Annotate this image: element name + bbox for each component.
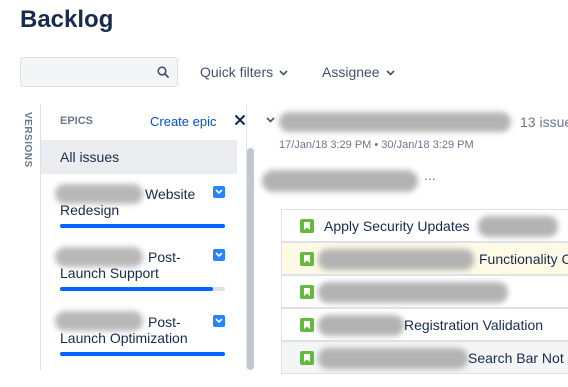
collapse-sprint-icon[interactable] bbox=[266, 117, 275, 123]
versions-tab-label: VERSIONS bbox=[22, 112, 33, 168]
sprint-goal-more[interactable]: ... bbox=[424, 167, 436, 183]
redacted-text bbox=[55, 311, 143, 331]
epic-item[interactable]: Post- Launch Optimization bbox=[41, 307, 237, 387]
issue-summary: Registration Validation bbox=[404, 317, 544, 333]
epics-scrollbar[interactable] bbox=[247, 138, 254, 370]
story-icon bbox=[300, 351, 314, 365]
redacted-sprint-name bbox=[279, 112, 511, 132]
story-icon bbox=[300, 219, 314, 233]
search-input[interactable] bbox=[20, 57, 178, 87]
issue-row[interactable] bbox=[281, 275, 568, 308]
story-icon bbox=[300, 252, 314, 266]
scrollbar-thumb[interactable] bbox=[247, 148, 254, 370]
epic-name-line2: Launch Optimization bbox=[60, 330, 188, 346]
issue-row[interactable]: Functionality C bbox=[281, 242, 568, 275]
epic-progress-bar bbox=[60, 352, 225, 356]
chevron-down-icon bbox=[215, 252, 223, 258]
assignee-label: Assignee bbox=[322, 64, 380, 80]
epic-name-line1: Website bbox=[145, 186, 196, 202]
epic-name-line1: Post- bbox=[148, 314, 181, 330]
quick-filters-label: Quick filters bbox=[200, 64, 274, 80]
story-icon bbox=[300, 285, 314, 299]
redacted-text bbox=[318, 348, 468, 369]
versions-tab[interactable]: VERSIONS bbox=[22, 112, 36, 182]
epic-progress-bar bbox=[60, 287, 225, 291]
story-icon bbox=[300, 318, 314, 332]
issue-row[interactable]: Search Bar Not bbox=[281, 341, 568, 374]
redacted-sprint-goal bbox=[262, 170, 418, 192]
redacted-text bbox=[55, 247, 143, 267]
issue-row[interactable]: Apply Security Updates bbox=[281, 209, 568, 242]
issue-row[interactable]: Registration Validation bbox=[281, 308, 568, 341]
issue-summary: Search Bar Not bbox=[468, 350, 564, 366]
issue-summary: Functionality C bbox=[479, 251, 568, 267]
redacted-text bbox=[55, 184, 143, 204]
epic-name-line2: Redesign bbox=[60, 202, 120, 218]
page-title: Backlog bbox=[20, 6, 114, 33]
search-icon bbox=[157, 66, 169, 78]
assignee-dropdown[interactable]: Assignee bbox=[322, 64, 395, 80]
sprint-dates: 17/Jan/18 3:29 PM • 30/Jan/18 3:29 PM bbox=[279, 139, 474, 151]
epic-expand-toggle[interactable] bbox=[213, 249, 225, 261]
redacted-text bbox=[478, 216, 558, 237]
close-icon[interactable] bbox=[234, 114, 246, 126]
chevron-down-icon bbox=[386, 69, 395, 76]
quick-filters-dropdown[interactable]: Quick filters bbox=[200, 64, 288, 80]
epic-expand-toggle[interactable] bbox=[213, 315, 225, 327]
epics-panel-header: EPICS Create epic bbox=[41, 104, 247, 138]
epic-expand-toggle[interactable] bbox=[213, 186, 225, 198]
epic-name-line2: Launch Support bbox=[60, 265, 159, 281]
redacted-text bbox=[318, 282, 508, 303]
redacted-text bbox=[318, 315, 404, 336]
create-epic-link[interactable]: Create epic bbox=[150, 114, 216, 129]
epics-title: EPICS bbox=[60, 115, 94, 127]
chevron-down-icon bbox=[215, 318, 223, 324]
redacted-text bbox=[318, 249, 474, 270]
issue-summary: Apply Security Updates bbox=[324, 218, 470, 234]
epic-progress-bar bbox=[60, 224, 225, 228]
epic-name-line1: Post- bbox=[148, 249, 181, 265]
all-issues-item[interactable]: All issues bbox=[41, 140, 237, 174]
chevron-down-icon bbox=[279, 69, 288, 76]
sprint-issue-count: 13 issues bbox=[520, 114, 568, 130]
epics-panel: EPICS Create epic All issues Website Red… bbox=[40, 104, 254, 370]
chevron-down-icon bbox=[215, 189, 223, 195]
